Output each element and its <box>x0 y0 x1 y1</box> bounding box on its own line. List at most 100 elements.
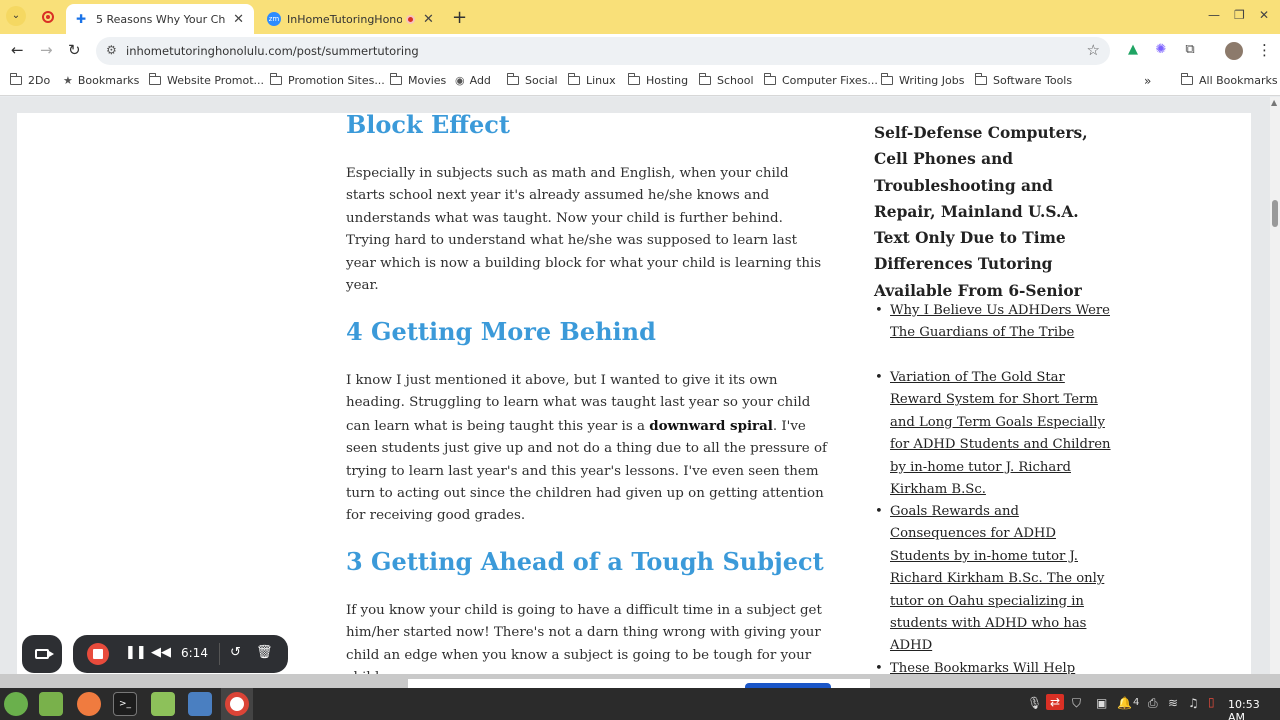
bookmark-label: Hosting <box>646 74 689 87</box>
taskbar: >_ <box>0 688 1280 720</box>
bookmark-label: Add <box>469 74 491 87</box>
folder-icon <box>148 73 161 85</box>
extension-icon[interactable]: ✺ <box>1153 42 1169 58</box>
folder-icon <box>567 73 580 85</box>
bookmark-label: 2Do <box>28 74 51 87</box>
recorder-tray-icon[interactable]: ⇄ <box>1046 694 1065 710</box>
new-tab-button[interactable]: + <box>452 7 467 28</box>
bookmark-folder[interactable]: Linux <box>567 73 616 87</box>
tab-title: InHomeTutoringHonolulu <box>287 12 402 26</box>
bookmark-folder[interactable]: School <box>698 73 754 87</box>
bookmark-folder[interactable]: 2Do <box>9 73 51 87</box>
extensions-puzzle-icon[interactable]: ⧉ <box>1182 42 1198 58</box>
tab-inactive[interactable]: zm InHomeTutoringHonolulu ✕ <box>257 4 445 34</box>
site-info-icon[interactable]: ⚙ <box>106 43 117 57</box>
paragraph: If you know your child is going to have … <box>346 603 822 674</box>
tab-search-icon[interactable]: ⌄ <box>6 6 26 26</box>
reload-icon[interactable]: ↻ <box>68 41 81 59</box>
folder-icon <box>389 73 402 85</box>
bookmark-folder[interactable]: Software Tools <box>974 73 1072 87</box>
all-bookmarks[interactable]: All Bookmarks <box>1180 73 1278 87</box>
clipboard-icon[interactable]: ▣ <box>1096 696 1107 710</box>
bookmarks-bar: 2Do ★ Bookmarks Website Promot... Promoti… <box>0 68 1280 96</box>
sidebar-link[interactable]: Goals Rewards and Consequences for ADHD … <box>875 501 1114 658</box>
bookmarks-overflow-icon[interactable]: » <box>1144 74 1151 88</box>
bold-text: downward spiral <box>649 417 773 434</box>
bookmark-item[interactable]: ★ Bookmarks <box>63 74 139 87</box>
folder-icon <box>9 73 22 85</box>
bookmark-label: School <box>717 74 754 87</box>
restart-icon[interactable]: ↺ <box>230 645 241 660</box>
terminal-icon[interactable]: >_ <box>113 692 137 716</box>
chrome-icon[interactable] <box>225 692 249 716</box>
recording-indicator-icon <box>42 11 54 23</box>
bookmark-folder[interactable]: Social <box>506 73 558 87</box>
page-bottom-strip <box>0 674 1280 688</box>
close-tab-icon[interactable]: ✕ <box>423 12 434 27</box>
screenshot-app-icon[interactable] <box>188 692 212 716</box>
delete-icon[interactable]: 🗑 <box>256 645 273 660</box>
start-menu-icon[interactable] <box>4 692 28 716</box>
shield-icon[interactable]: ⛉ <box>1072 696 1081 711</box>
microphone-icon[interactable]: 🎙 <box>1027 696 1042 710</box>
bookmark-folder[interactable]: Writing Jobs <box>880 73 965 87</box>
bookmark-label: Promotion Sites... <box>288 74 385 87</box>
camera-toggle-button[interactable] <box>22 635 62 673</box>
bookmark-folder[interactable]: Website Promot... <box>148 73 265 87</box>
bookmark-label: All Bookmarks <box>1199 74 1278 87</box>
section-heading: 3 Getting Ahead of a Tough Subject <box>346 547 824 576</box>
paragraph: Especially in subjects such as math and … <box>346 166 822 294</box>
stop-recording-button[interactable] <box>87 643 109 665</box>
clock[interactable]: 10:53 AM <box>1228 698 1280 720</box>
sidebar-link[interactable]: These Bookmarks Will Help <box>875 658 1114 674</box>
bookmark-label: Writing Jobs <box>899 74 965 87</box>
address-bar[interactable]: ⚙ inhometutoringhonolulu.com/post/summer… <box>96 37 1110 65</box>
folder-icon <box>506 73 519 85</box>
recording-timer: 6:14 <box>181 646 208 660</box>
forward-icon[interactable]: → <box>40 41 53 59</box>
vertical-scrollbar[interactable]: ▲ ▼ <box>1270 97 1280 687</box>
divider <box>219 643 220 665</box>
scrollbar-thumb[interactable] <box>1272 200 1278 227</box>
drive-extension-icon[interactable]: ▲ <box>1125 42 1141 58</box>
close-tab-icon[interactable]: ✕ <box>233 12 244 27</box>
notifications-icon[interactable]: 🔔 <box>1117 696 1132 710</box>
volume-icon[interactable]: ♫ <box>1188 696 1199 710</box>
bookmark-label: Computer Fixes... <box>782 74 878 87</box>
file-manager-icon[interactable] <box>151 692 175 716</box>
back-icon[interactable]: ← <box>11 41 24 59</box>
bookmark-folder[interactable]: Movies <box>389 73 446 87</box>
bookmark-folder[interactable]: Computer Fixes... <box>763 73 878 87</box>
bookmark-label: Social <box>525 74 558 87</box>
minimize-icon[interactable]: — <box>1208 8 1220 22</box>
bookmark-folder[interactable]: Promotion Sites... <box>269 73 385 87</box>
sidebar-link[interactable]: Variation of The Gold Star Reward System… <box>875 367 1114 501</box>
folder-icon <box>1180 73 1193 85</box>
bookmark-star-icon[interactable]: ☆ <box>1087 41 1100 59</box>
sidebar-link[interactable]: Why I Believe Us ADHDers Were The Guardi… <box>875 300 1114 345</box>
folder-icon <box>974 73 987 85</box>
firefox-icon[interactable] <box>77 692 101 716</box>
blog-page: Block Effect Especially in subjects such… <box>17 110 1251 674</box>
battery-icon[interactable]: ▯ <box>1208 695 1215 709</box>
browser-menu-icon[interactable]: ⋮ <box>1257 41 1272 59</box>
scroll-up-icon[interactable]: ▲ <box>1271 98 1277 107</box>
bookmark-label: Website Promot... <box>167 74 265 87</box>
folder-icon <box>698 73 711 85</box>
wifi-icon[interactable]: ≋ <box>1168 696 1178 710</box>
show-desktop-icon[interactable] <box>39 692 63 716</box>
profile-avatar[interactable] <box>1225 42 1243 60</box>
rewind-icon[interactable]: ◀◀ <box>151 645 171 660</box>
star-icon: ★ <box>63 74 73 87</box>
folder-icon <box>627 73 640 85</box>
bookmark-folder[interactable]: Hosting <box>627 73 689 87</box>
pause-icon[interactable]: ❚❚ <box>125 645 147 660</box>
section-heading: Block Effect <box>346 110 510 139</box>
restore-icon[interactable]: ❐ <box>1234 8 1245 22</box>
close-window-icon[interactable]: ✕ <box>1259 8 1269 22</box>
bookmark-item[interactable]: ◉ Add <box>455 74 491 87</box>
paragraph-text: . I've seen students just give up and no… <box>346 418 828 524</box>
url-text[interactable]: inhometutoringhonolulu.com/post/summertu… <box>126 44 419 58</box>
tab-active[interactable]: ✚ 5 Reasons Why Your Child Sh ✕ <box>66 4 254 34</box>
printer-icon[interactable]: ⎙ <box>1148 696 1158 711</box>
